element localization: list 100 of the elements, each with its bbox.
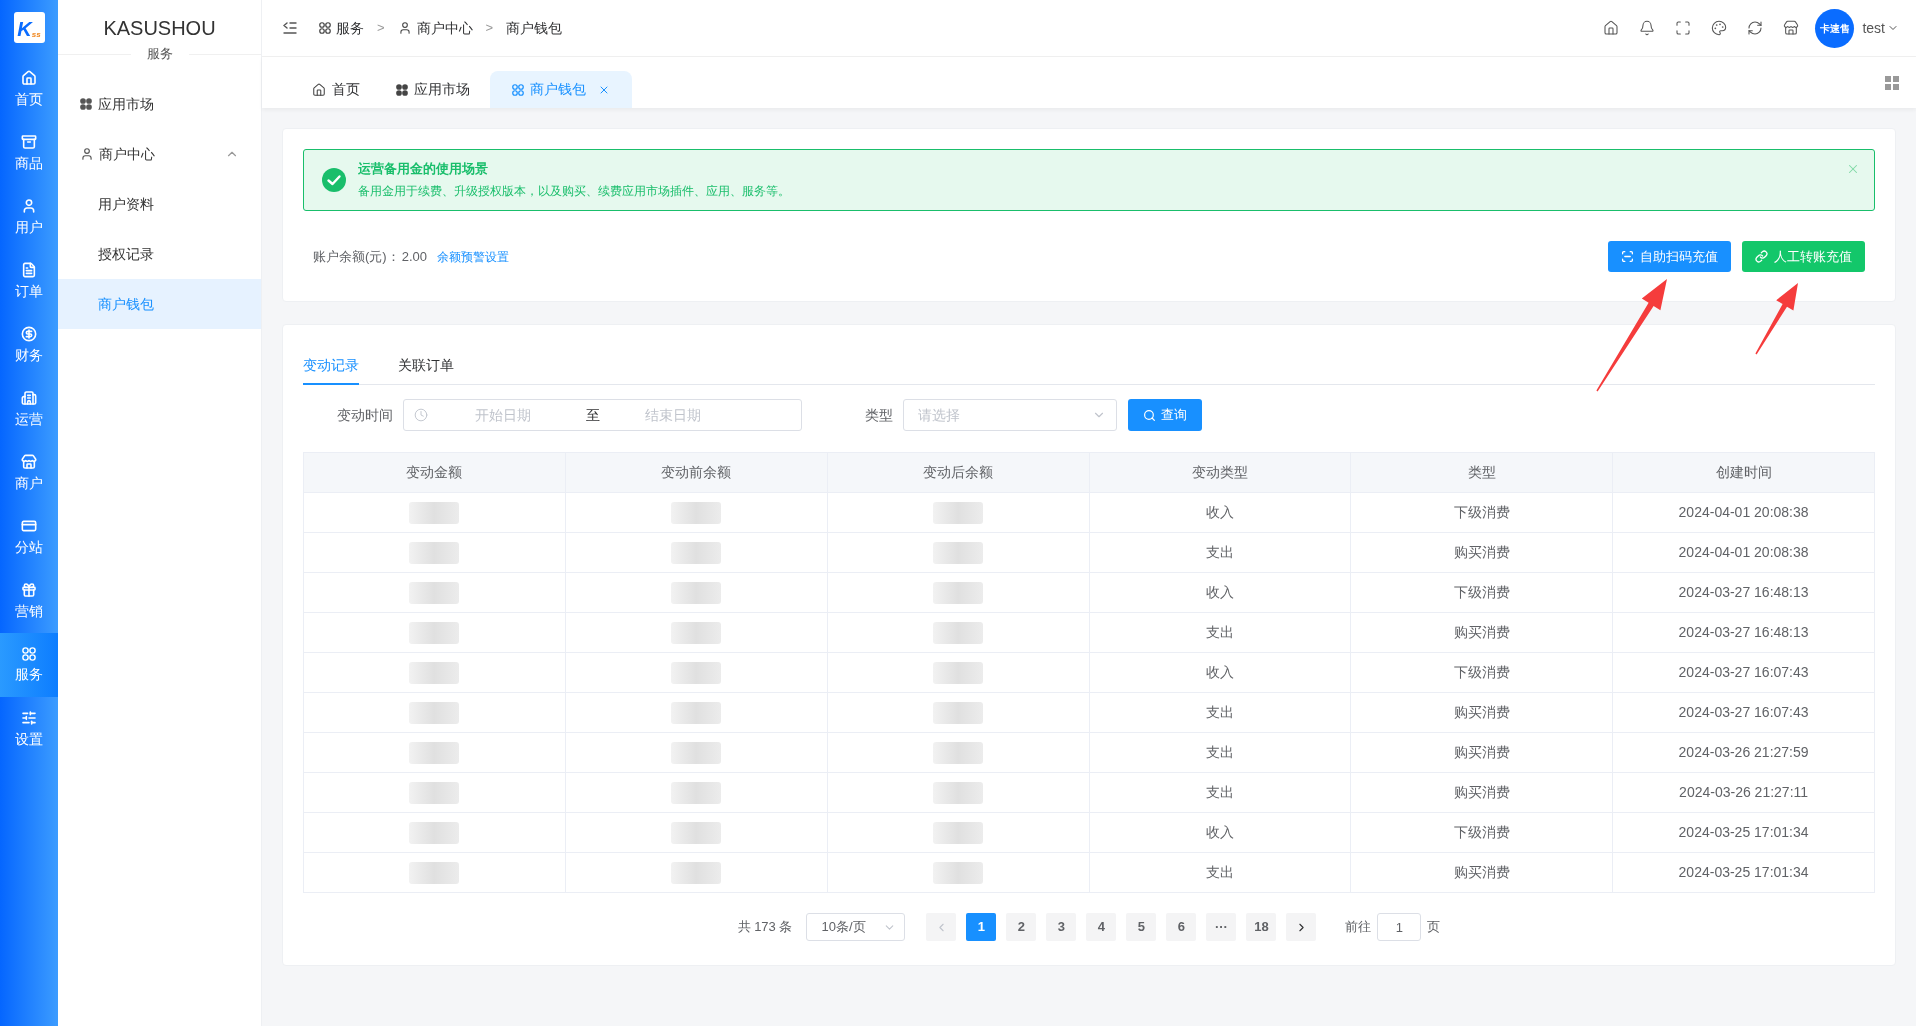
- goto-page-field[interactable]: 1: [1377, 913, 1422, 941]
- blurred-value: [671, 781, 722, 804]
- blurred-value: [409, 741, 460, 764]
- logo: Kss: [13, 12, 45, 43]
- rail-item[interactable]: 分站: [0, 505, 58, 569]
- table-cell: 2024-03-27 16:48:13: [1613, 613, 1875, 653]
- blurred-value: [671, 741, 722, 764]
- table-cell: 下级消费: [1351, 573, 1614, 613]
- rail-item[interactable]: 设置: [0, 697, 58, 761]
- rail-item[interactable]: 用户: [0, 185, 58, 249]
- table-cell: 2024-04-01 20:08:38: [1613, 493, 1875, 533]
- rail-item[interactable]: 运营: [0, 377, 58, 441]
- collapse-menu-icon[interactable]: [283, 22, 297, 34]
- avatar[interactable]: 卡速售: [1815, 8, 1855, 48]
- rail-item[interactable]: 服务: [0, 633, 58, 697]
- page-button[interactable]: 1: [966, 913, 997, 941]
- table-cell: 2024-03-26 21:27:11: [1613, 773, 1875, 813]
- four-circles-icon: [22, 647, 36, 661]
- refresh-icon[interactable]: [1747, 20, 1764, 36]
- menu-item[interactable]: 用户资料: [58, 179, 261, 229]
- table-cell: 收入: [1089, 493, 1352, 533]
- page-tab[interactable]: 商户钱包: [490, 71, 632, 108]
- menu-item[interactable]: 授权记录: [58, 229, 261, 279]
- total-count: 共 173 条: [737, 918, 793, 937]
- table-cell: 2024-03-27 16:48:13: [1613, 573, 1875, 613]
- recharge-button[interactable]: 自助扫码充值: [1608, 241, 1731, 272]
- rail-item[interactable]: 商户: [0, 441, 58, 505]
- blurred-value: [671, 701, 722, 724]
- record-tab[interactable]: 变动记录: [303, 347, 359, 385]
- blurred-value: [933, 741, 984, 764]
- blurred-value: [933, 781, 984, 804]
- page-button[interactable]: ···: [1206, 913, 1237, 941]
- page-button[interactable]: 4: [1086, 913, 1117, 941]
- user-menu[interactable]: test: [1862, 17, 1899, 39]
- blurred-value: [409, 621, 460, 644]
- goto-suffix: 页: [1427, 918, 1441, 937]
- table-cell: 支出: [1089, 853, 1352, 893]
- page-button[interactable]: 6: [1166, 913, 1197, 941]
- blurred-value: [409, 701, 460, 724]
- store-icon[interactable]: [1783, 20, 1800, 36]
- grid-icon[interactable]: [1885, 75, 1899, 90]
- page-button[interactable]: 3: [1046, 913, 1077, 941]
- blurred-value: [671, 661, 722, 684]
- page-button[interactable]: 2: [1006, 913, 1037, 941]
- home-icon[interactable]: [1603, 20, 1620, 36]
- breadcrumb-separator: >: [485, 19, 494, 38]
- page-tab[interactable]: 应用市场: [380, 71, 486, 108]
- column-header: 变动后余额: [827, 453, 1090, 493]
- blurred-value: [409, 781, 460, 804]
- blurred-value: [409, 861, 460, 884]
- date-range-field[interactable]: 开始日期 至 结束日期: [403, 399, 802, 431]
- breadcrumb-item[interactable]: 商户中心: [397, 17, 473, 39]
- balance-alert-link[interactable]: 余额预警设置: [437, 247, 509, 266]
- blurred-value: [409, 581, 460, 604]
- home-icon: [21, 70, 37, 86]
- rail-item[interactable]: 商品: [0, 121, 58, 185]
- palette-icon[interactable]: [1711, 20, 1728, 36]
- search-icon: [1143, 408, 1156, 422]
- blurred-value: [409, 661, 460, 684]
- store-icon: [21, 454, 37, 470]
- page-size-select[interactable]: 10条/页: [806, 913, 906, 941]
- blurred-value: [933, 501, 984, 524]
- four-circles-icon: [319, 22, 331, 34]
- user-icon: [80, 147, 94, 161]
- table-cell: 支出: [1089, 773, 1352, 813]
- column-header: 变动金额: [304, 453, 566, 493]
- blurred-value: [409, 821, 460, 844]
- table-cell: 购买消费: [1351, 773, 1614, 813]
- fullscreen-icon[interactable]: [1675, 20, 1692, 36]
- building-icon: [21, 390, 37, 406]
- page-button[interactable]: 18: [1246, 913, 1277, 941]
- card-icon: [21, 518, 37, 534]
- breadcrumb-item[interactable]: 服务: [319, 17, 364, 39]
- four-circles-icon: [80, 98, 92, 110]
- search-button[interactable]: 查询: [1128, 399, 1202, 431]
- rail-item[interactable]: 首页: [0, 57, 58, 121]
- blurred-value: [409, 541, 460, 564]
- record-tab[interactable]: 关联订单: [398, 347, 454, 385]
- balance-value: 2.00: [401, 247, 427, 266]
- menu-item[interactable]: 应用市场: [58, 79, 261, 129]
- table-cell: 购买消费: [1351, 853, 1614, 893]
- table-cell: 下级消费: [1351, 493, 1614, 533]
- table-cell: 2024-03-25 17:01:34: [1613, 853, 1875, 893]
- menu-item[interactable]: 商户钱包: [58, 279, 261, 329]
- blurred-value: [933, 581, 984, 604]
- rail-item[interactable]: 营销: [0, 569, 58, 633]
- page-tab[interactable]: 首页: [296, 71, 376, 108]
- four-circles-icon: [512, 83, 524, 96]
- table-cell: 2024-03-27 16:07:43: [1613, 693, 1875, 733]
- rail-item[interactable]: 订单: [0, 249, 58, 313]
- breadcrumb-item[interactable]: 商户钱包: [506, 17, 563, 39]
- table-cell: 购买消费: [1351, 693, 1614, 733]
- table-cell: 收入: [1089, 653, 1352, 693]
- menu-item[interactable]: 商户中心: [58, 129, 261, 179]
- page-button[interactable]: 5: [1126, 913, 1157, 941]
- blurred-value: [671, 821, 722, 844]
- rail-item[interactable]: 财务: [0, 313, 58, 377]
- table-cell: 支出: [1089, 733, 1352, 773]
- bell-icon[interactable]: [1639, 20, 1656, 36]
- blurred-value: [671, 861, 722, 884]
